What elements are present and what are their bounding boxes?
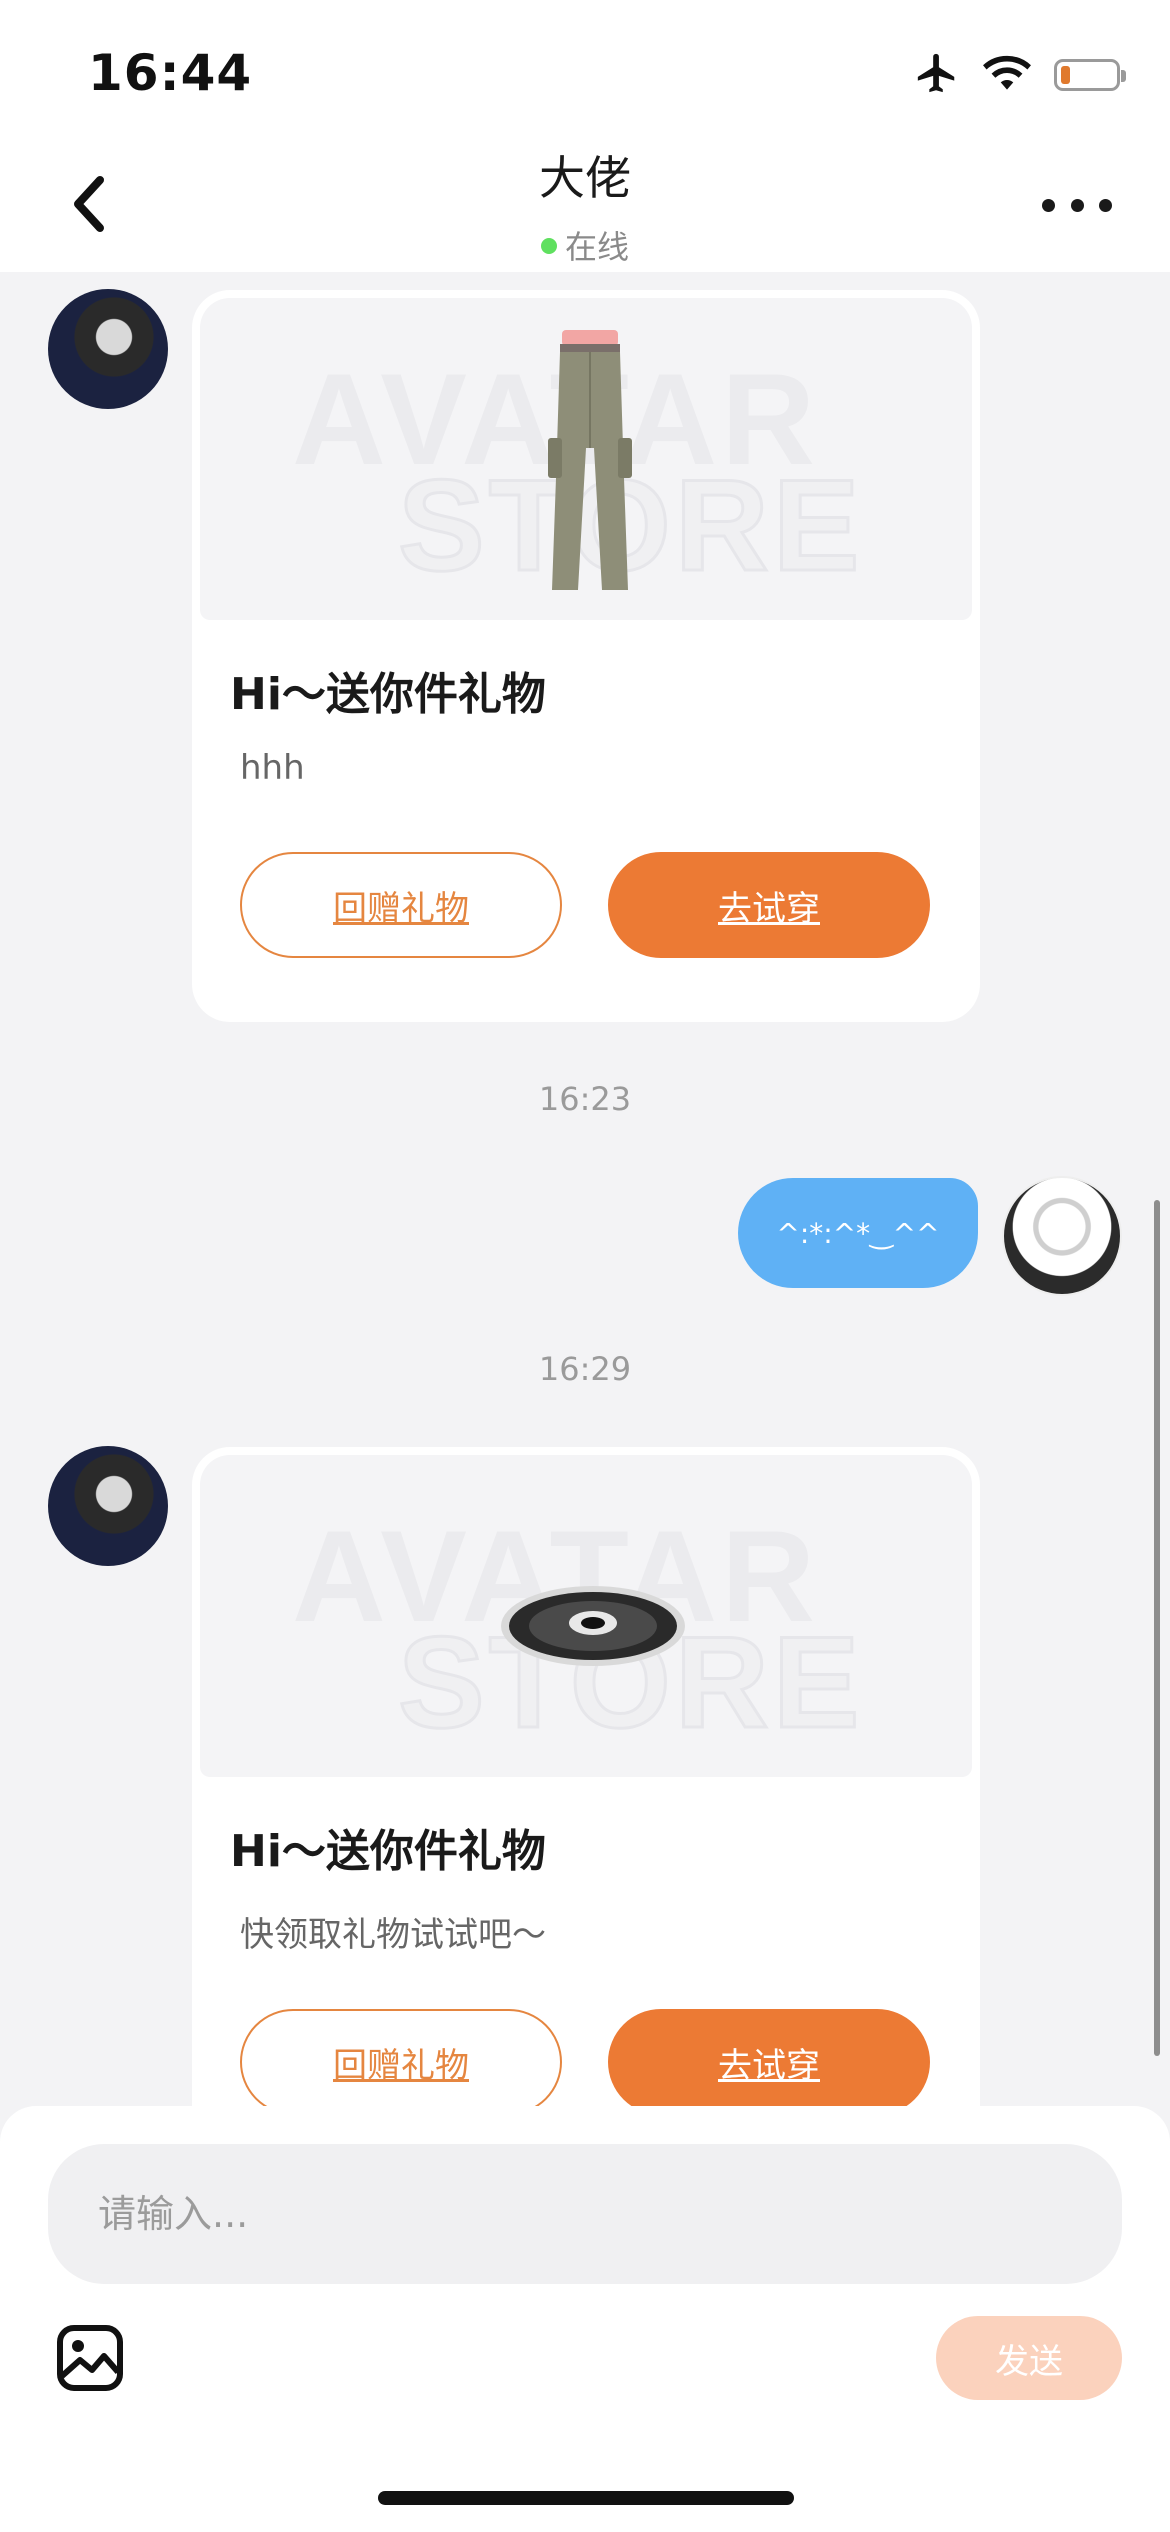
gift-message: hhh bbox=[240, 748, 305, 788]
message-composer: 发送 bbox=[0, 2106, 1170, 2532]
sender-avatar[interactable] bbox=[48, 1446, 168, 1566]
online-dot-icon bbox=[540, 238, 557, 254]
gift-preview[interactable]: AVATAR STORE bbox=[200, 298, 972, 620]
home-indicator bbox=[378, 2491, 794, 2505]
gift-card: AVATAR STORE Hi～送你件礼物 hhh 回赠礼物 去试穿 bbox=[192, 290, 980, 1022]
gift-message: 快领取礼物试试吧～ bbox=[240, 1915, 546, 1955]
return-gift-button[interactable]: 回赠礼物 bbox=[240, 2009, 562, 2115]
status-icons bbox=[914, 50, 1126, 100]
top-bar: 16:44 大佬 在线 bbox=[0, 0, 1170, 272]
message-input[interactable] bbox=[48, 2144, 1122, 2284]
return-gift-button[interactable]: 回赠礼物 bbox=[240, 852, 562, 958]
battery-icon bbox=[1054, 59, 1126, 91]
image-icon bbox=[57, 2325, 123, 2391]
dot-icon bbox=[1070, 198, 1084, 212]
chat-title: 大佬 bbox=[539, 151, 631, 205]
online-status: 在线 bbox=[0, 222, 1170, 268]
dot-icon bbox=[1099, 198, 1112, 212]
gift-title: Hi～送你件礼物 bbox=[230, 1826, 546, 1877]
my-avatar[interactable] bbox=[1002, 1176, 1122, 1296]
gift-title: Hi～送你件礼物 bbox=[230, 669, 546, 720]
scrollbar[interactable] bbox=[1154, 1200, 1160, 2056]
status-time: 16:44 bbox=[88, 44, 253, 102]
dot-icon bbox=[1042, 198, 1055, 212]
try-on-button[interactable]: 去试穿 bbox=[608, 852, 930, 958]
timestamp: 16:23 bbox=[538, 1080, 632, 1118]
try-on-button[interactable]: 去试穿 bbox=[608, 2009, 930, 2115]
online-status-label: 在线 bbox=[564, 228, 629, 266]
outgoing-message-bubble[interactable]: ^:*:^*‿^^ bbox=[738, 1178, 978, 1288]
gift-card: AVATAR STORE Hi～送你件礼物 快领取礼物试试吧～ 回赠礼物 去试穿 bbox=[192, 1447, 980, 2147]
gift-preview[interactable]: AVATAR STORE bbox=[200, 1455, 972, 1777]
timestamp: 16:29 bbox=[538, 1350, 632, 1388]
image-picker-button[interactable] bbox=[56, 2324, 124, 2392]
wifi-icon bbox=[982, 53, 1032, 97]
more-options-button[interactable] bbox=[1042, 190, 1112, 220]
disc-icon bbox=[501, 1586, 685, 1666]
send-button[interactable]: 发送 bbox=[936, 2316, 1122, 2400]
battery-level bbox=[1061, 66, 1070, 84]
airplane-icon bbox=[914, 50, 960, 100]
sender-avatar[interactable] bbox=[48, 289, 168, 409]
pants-icon bbox=[548, 330, 632, 590]
